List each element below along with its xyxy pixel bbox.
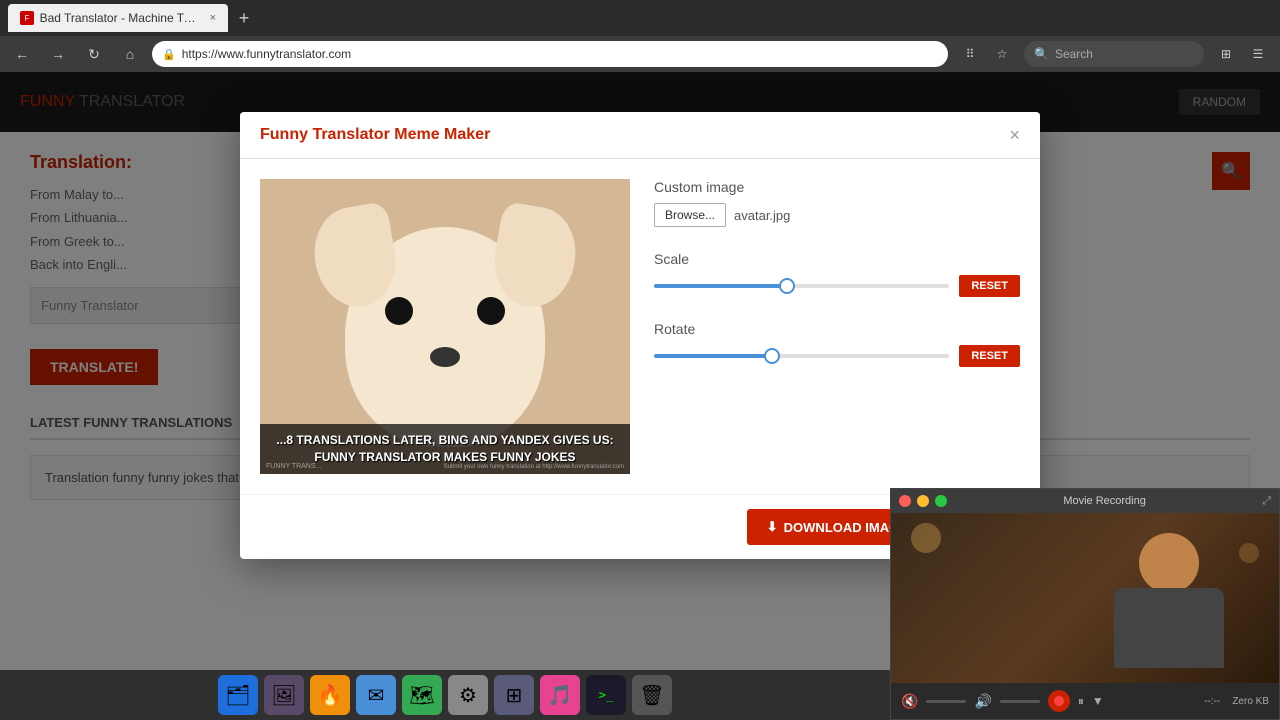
rotate-group: Rotate RESET xyxy=(654,321,1020,367)
meme-watermark: FUNNY TRANS... xyxy=(266,463,321,470)
recording-time: --:-- xyxy=(1112,696,1225,707)
browser-search-bar[interactable]: 🔍 Search xyxy=(1024,41,1204,67)
dock-settings-icon[interactable]: ⚙ xyxy=(448,675,488,715)
meme-image-section: FUNNY TRANSLATOR MAKES FUNNY JOKES xyxy=(260,179,630,474)
modal-controls: Custom image Browse... avatar.jpg Scale xyxy=(654,179,1020,474)
tab-favicon: F xyxy=(20,11,34,25)
dock-trash-icon[interactable]: 🗑 xyxy=(632,675,672,715)
record-button[interactable] xyxy=(1048,690,1070,712)
nav-right-buttons: ⠿ ☆ xyxy=(956,40,1016,68)
modal-close-button[interactable]: × xyxy=(1009,126,1020,144)
window-minimize-button[interactable] xyxy=(917,495,929,507)
modal-title: Funny Translator Meme Maker xyxy=(260,126,490,144)
dog-eye-left xyxy=(385,297,413,325)
mute-icon[interactable]: 🔇 xyxy=(901,693,918,710)
dock-maps-icon[interactable]: 🗺 xyxy=(402,675,442,715)
download-icon: ⬇ xyxy=(767,519,778,535)
output-volume-slider[interactable] xyxy=(1000,700,1040,703)
address-bar[interactable]: 🔒 https://www.funnytranslator.com xyxy=(152,41,948,67)
person-body xyxy=(1114,588,1224,668)
address-text: https://www.funnytranslator.com xyxy=(182,47,938,61)
forward-button[interactable]: → xyxy=(44,40,72,68)
person-head xyxy=(1139,533,1199,593)
security-lock-icon: 🔒 xyxy=(162,48,176,61)
search-icon: 🔍 xyxy=(1034,47,1049,61)
dock-photos-icon[interactable]: 🖼 xyxy=(264,675,304,715)
file-name: avatar.jpg xyxy=(734,208,790,223)
rotate-label: Rotate xyxy=(654,321,1020,337)
dog-face xyxy=(345,227,545,447)
menu-button[interactable]: ☰ xyxy=(1244,40,1272,68)
dock-terminal-icon[interactable]: >_ xyxy=(586,675,626,715)
volume-icon[interactable]: 🔊 xyxy=(974,693,991,710)
recording-size: Zero KB xyxy=(1232,696,1269,707)
file-input-row: Browse... avatar.jpg xyxy=(654,203,1020,227)
tab-close-button[interactable]: × xyxy=(210,12,216,24)
recording-controls: 🔇 🔊 ⏸ ▼ --:-- Zero KB xyxy=(891,683,1279,719)
scale-slider[interactable] xyxy=(654,284,949,288)
browser-chrome: F Bad Translator - Machine Translat... ×… xyxy=(0,0,1280,72)
active-tab[interactable]: F Bad Translator - Machine Translat... × xyxy=(8,4,228,32)
search-placeholder: Search xyxy=(1055,47,1093,61)
meme-url: Submit your own funny translation at htt… xyxy=(444,464,624,470)
extensions-button[interactable]: ⠿ xyxy=(956,40,984,68)
input-volume-slider[interactable] xyxy=(926,700,966,703)
dock-browser-icon[interactable]: 🔥 xyxy=(310,675,350,715)
back-button[interactable]: ← xyxy=(8,40,36,68)
rotate-track xyxy=(654,354,772,358)
dog-nose xyxy=(430,347,460,367)
video-person xyxy=(891,513,1279,683)
modal-header: Funny Translator Meme Maker × xyxy=(240,112,1040,159)
recording-title: Movie Recording xyxy=(953,495,1256,507)
rotate-thumb[interactable] xyxy=(764,348,780,364)
tab-bar: F Bad Translator - Machine Translat... ×… xyxy=(0,0,1280,36)
scale-thumb[interactable] xyxy=(779,278,795,294)
recording-titlebar: Movie Recording ⤢ xyxy=(891,489,1279,513)
movie-recording-window: Movie Recording ⤢ 🔇 🔊 ⏸ ▼ --:-- Zero KB xyxy=(890,488,1280,720)
dock: 🗂 🖼 🔥 ✉ 🗺 ⚙ ⊞ 🎵 >_ 🗑 xyxy=(0,670,890,720)
meme-preview: FUNNY TRANSLATOR MAKES FUNNY JOKES xyxy=(260,179,630,474)
new-tab-button[interactable]: + xyxy=(232,6,256,30)
modal-body: FUNNY TRANSLATOR MAKES FUNNY JOKES xyxy=(240,159,1040,494)
bookmark-button[interactable]: ☆ xyxy=(988,40,1016,68)
dock-finder-icon[interactable]: 🗂 xyxy=(218,675,258,715)
recording-video xyxy=(891,513,1279,683)
custom-image-group: Custom image Browse... avatar.jpg xyxy=(654,179,1020,227)
scale-group: Scale RESET xyxy=(654,251,1020,297)
library-button[interactable]: ⊞ xyxy=(1212,40,1240,68)
scale-slider-row: RESET xyxy=(654,275,1020,297)
expand-icon[interactable]: ⤢ xyxy=(1262,495,1271,508)
tab-title: Bad Translator - Machine Translat... xyxy=(40,11,200,25)
home-button[interactable]: ⌂ xyxy=(116,40,144,68)
nav-bar: ← → ↻ ⌂ 🔒 https://www.funnytranslator.co… xyxy=(0,36,1280,72)
options-down-arrow[interactable]: ▼ xyxy=(1092,694,1104,708)
window-close-button[interactable] xyxy=(899,495,911,507)
scale-label: Scale xyxy=(654,251,1020,267)
pause-button[interactable]: ⏸ xyxy=(1078,694,1084,709)
window-maximize-button[interactable] xyxy=(935,495,947,507)
browser-nav-extras: ⊞ ☰ xyxy=(1212,40,1272,68)
dog-ear-right xyxy=(487,200,583,312)
dock-apps-icon[interactable]: ⊞ xyxy=(494,675,534,715)
browse-button[interactable]: Browse... xyxy=(654,203,726,227)
rotate-reset-button[interactable]: RESET xyxy=(959,345,1020,367)
meme-bottom-text-line1: ...8 TRANSLATIONS LATER, BING AND YANDEX… xyxy=(270,432,620,449)
custom-image-label: Custom image xyxy=(654,179,1020,195)
rotate-slider[interactable] xyxy=(654,354,949,358)
dock-music-icon[interactable]: 🎵 xyxy=(540,675,580,715)
dock-mail-icon[interactable]: ✉ xyxy=(356,675,396,715)
dog-ear-left xyxy=(307,200,403,312)
scale-track xyxy=(654,284,787,288)
dog-eye-right xyxy=(477,297,505,325)
record-indicator xyxy=(1054,696,1064,706)
scale-reset-button[interactable]: RESET xyxy=(959,275,1020,297)
rotate-slider-row: RESET xyxy=(654,345,1020,367)
reload-button[interactable]: ↻ xyxy=(80,40,108,68)
